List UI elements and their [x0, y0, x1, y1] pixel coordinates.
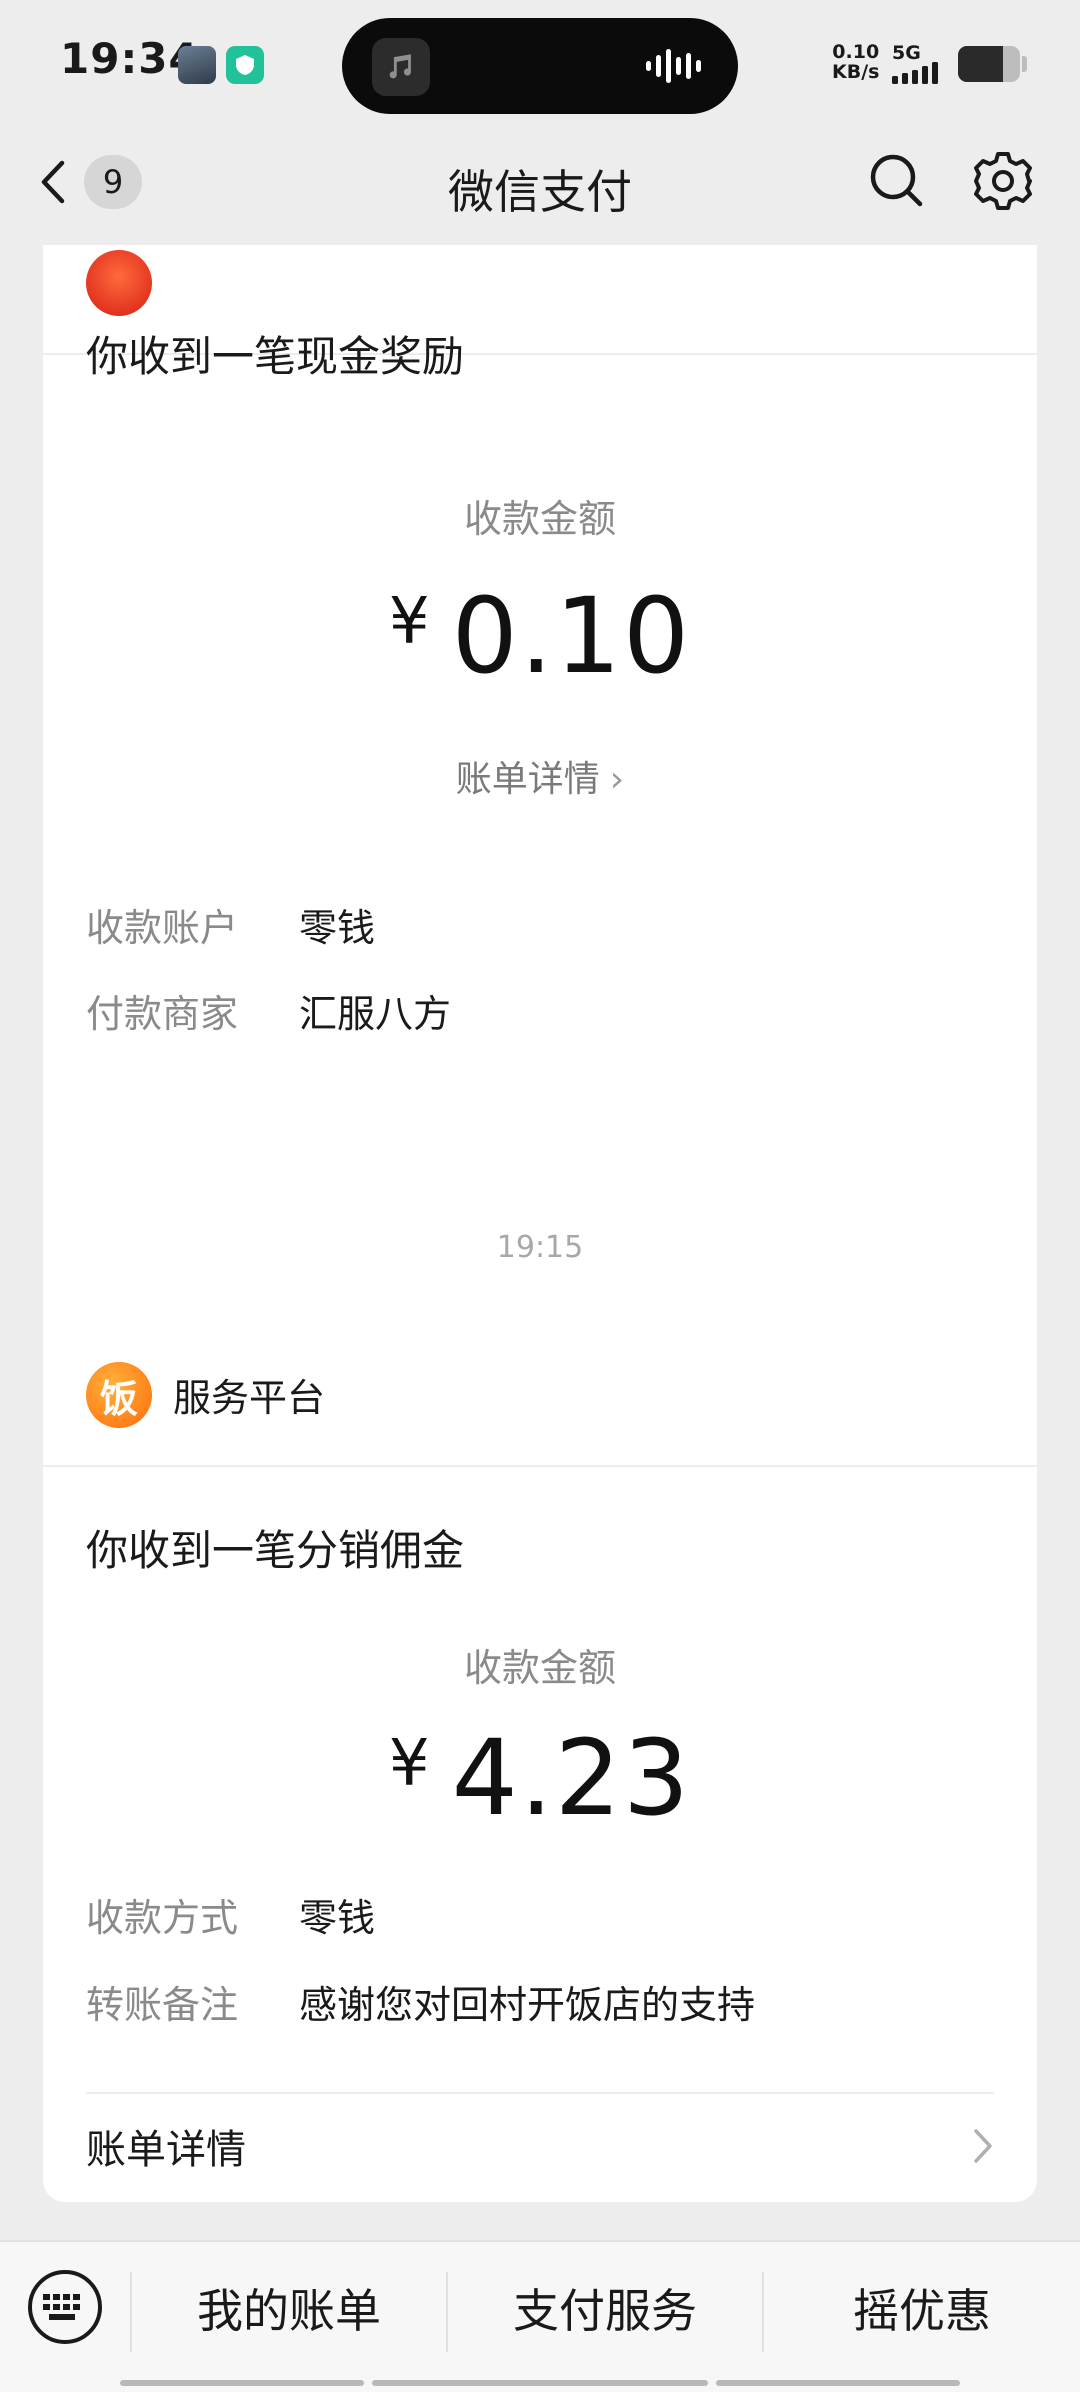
- battery-icon: [958, 46, 1020, 82]
- status-bar: 19:34 0.10 KB/s 5G: [0, 0, 1080, 130]
- message-title: 你收到一笔分销佣金: [86, 1526, 465, 1575]
- audio-wave-icon: [646, 49, 701, 83]
- payment-message-card[interactable]: 你收到一笔现金奖励 收款金额 ¥0.10 账单详情 › 收款账户 零钱 付款商家 …: [43, 245, 1037, 1385]
- search-icon[interactable]: [866, 150, 926, 210]
- menu-indicator: [716, 2380, 960, 2386]
- notification-app-icon: [178, 46, 216, 84]
- menu-my-bills[interactable]: 我的账单: [132, 2260, 446, 2356]
- amount-value: ¥4.23: [388, 1717, 692, 1839]
- menu-shake-deals[interactable]: 摇优惠: [764, 2260, 1080, 2356]
- divider: [86, 2092, 994, 2094]
- payment-message-card[interactable]: 饭 服务平台 你收到一笔分销佣金 收款金额 ¥4.23 收款方式 零钱 转账备注…: [43, 1317, 1037, 2202]
- gear-icon[interactable]: [972, 150, 1034, 212]
- amount-label: 收款金额: [463, 1646, 616, 1690]
- battery-tip: [1022, 56, 1027, 72]
- dynamic-island[interactable]: [342, 18, 738, 114]
- message-list[interactable]: 你收到一笔现金奖励 收款金额 ¥0.10 账单详情 › 收款账户 零钱 付款商家 …: [0, 245, 1080, 2240]
- account-label: 收款账户: [86, 906, 239, 950]
- account-value: 零钱: [299, 906, 376, 950]
- amount-label: 收款金额: [463, 497, 616, 541]
- menu-payment-services[interactable]: 支付服务: [448, 2260, 762, 2356]
- bottom-menu-bar: 我的账单 支付服务 摇优惠: [0, 2240, 1080, 2392]
- chevron-right-icon: ›: [609, 759, 625, 800]
- merchant-logo: [86, 250, 152, 316]
- transfer-note-label: 转账备注: [86, 1983, 239, 2027]
- message-timestamp: 19:15: [496, 1230, 584, 1265]
- card-header[interactable]: 饭 服务平台: [43, 1317, 1037, 1467]
- notification-shield-icon: [226, 46, 264, 84]
- transfer-note-value: 感谢您对回村开饭店的支持: [299, 1983, 756, 2027]
- chevron-right-icon: [974, 2129, 992, 2163]
- merchant-name: 服务平台: [173, 1376, 326, 1420]
- network-speed: 0.10 KB/s: [832, 41, 880, 83]
- payment-method-value: 零钱: [299, 1896, 376, 1940]
- payment-method-label: 收款方式: [86, 1896, 239, 1940]
- nav-bar: 9 微信支付: [0, 130, 1080, 245]
- network-type: 5G: [892, 42, 921, 64]
- merchant-logo: 饭: [86, 1362, 152, 1428]
- currency-symbol: ¥: [388, 1727, 430, 1801]
- menu-indicator: [372, 2380, 708, 2386]
- keyboard-icon[interactable]: [28, 2270, 102, 2344]
- bill-details-link[interactable]: 账单详情 ›: [43, 750, 1037, 802]
- merchant-value: 汇服八方: [299, 992, 452, 1036]
- bill-details-link[interactable]: 账单详情: [86, 2117, 994, 2175]
- currency-symbol: ¥: [388, 585, 430, 659]
- merchant-label: 付款商家: [86, 992, 239, 1036]
- message-title: 你收到一笔现金奖励: [86, 332, 465, 381]
- music-note-icon: [372, 38, 430, 96]
- menu-indicator: [120, 2380, 364, 2386]
- amount-value: ¥0.10: [388, 575, 692, 697]
- signal-icon: [892, 62, 938, 84]
